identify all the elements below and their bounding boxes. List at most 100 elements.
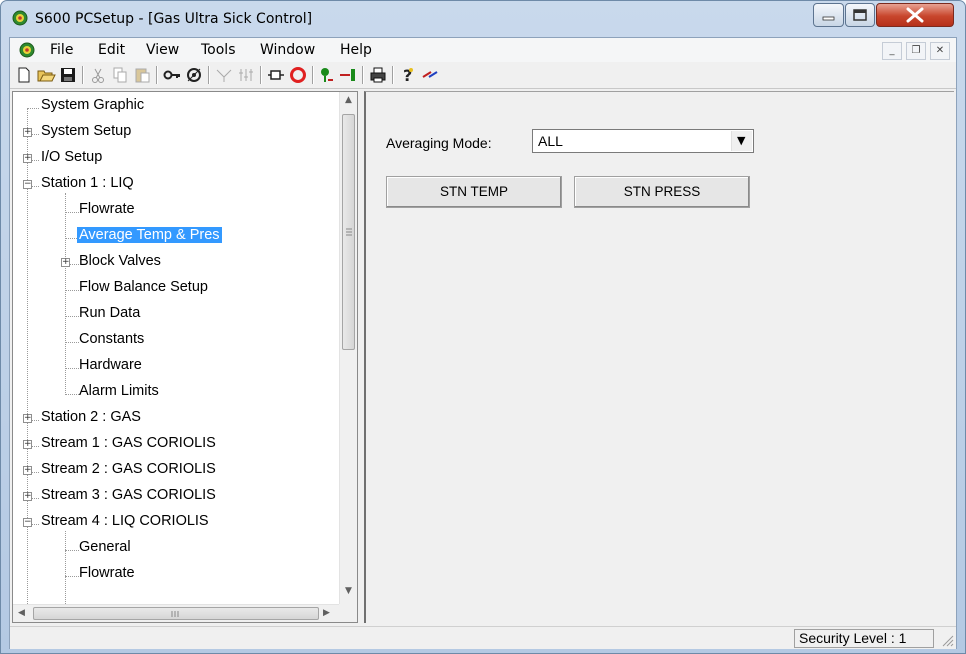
client-area: File Edit View Tools Window Help _ ❐ ✕ ?… [9,37,957,649]
chevron-down-icon: ▼ [737,134,746,147]
menu-tools[interactable]: Tools [201,42,236,58]
collapse-icon[interactable]: − [23,180,32,189]
tree-item[interactable]: Average Temp & Pres [13,225,337,249]
stn-press-button[interactable]: STN PRESS [574,176,750,208]
tree-item[interactable]: Run Data [13,303,337,327]
scroll-right-icon[interactable]: ▶ [323,608,330,618]
tree-item-label: General [79,539,131,555]
cut-icon[interactable] [88,65,108,85]
receive-icon[interactable] [316,65,336,85]
tree-item-label: System Graphic [41,97,145,113]
tree-item[interactable]: + Station 2 : GAS [13,407,337,431]
security-level-status: Security Level : 1 [794,629,934,648]
tree-item-label: Flowrate [79,565,135,581]
transfer-icon[interactable] [420,65,440,85]
tree-item[interactable]: − Station 1 : LIQ [13,173,337,197]
mdi-close-button[interactable]: ✕ [930,42,950,60]
tree-item[interactable]: System Graphic [13,95,337,119]
menu-help[interactable]: Help [340,42,372,58]
collapse-icon[interactable]: − [23,518,32,527]
connect-icon[interactable] [266,65,286,85]
disconnect-icon[interactable] [288,65,308,85]
tree-item-label: Alarm Limits [79,383,159,399]
tree-item[interactable]: Alarm Limits [13,381,337,405]
dropdown-button[interactable]: ▼ [731,131,752,151]
averaging-mode-select[interactable]: ALL ▼ [532,129,754,153]
security-icon[interactable] [184,65,204,85]
minimize-icon [822,16,835,21]
maximize-button[interactable] [845,3,875,27]
tree-item[interactable]: + Stream 1 : GAS CORIOLIS [13,433,337,457]
tree-item[interactable]: + System Setup [13,121,337,145]
scroll-left-icon[interactable]: ◀ [18,608,25,618]
scroll-up-icon[interactable]: ▲ [345,95,352,105]
tree-horizontal-scrollbar[interactable]: ◀ ▶ [13,604,339,622]
app-icon [12,10,28,26]
open-folder-icon[interactable] [36,65,56,85]
averaging-mode-label: Averaging Mode: [386,135,492,151]
scroll-down-icon[interactable]: ▼ [345,586,352,596]
expand-icon[interactable]: + [23,154,32,163]
tree-item-label: Stream 4 : LIQ CORIOLIS [41,513,209,529]
hgrip-icon [171,611,179,617]
tree-item[interactable]: Flowrate [13,199,337,223]
tree-item[interactable]: + Stream 2 : GAS CORIOLIS [13,459,337,483]
tree-item-label: Block Valves [79,253,161,269]
tree-item[interactable]: General [13,537,337,561]
window-title: S600 PCSetup - [Gas Ultra Sick Control] [35,11,313,27]
menu-view[interactable]: View [146,42,179,58]
new-file-icon[interactable] [14,65,34,85]
close-icon [906,7,924,23]
tree-item-label: I/O Setup [41,149,103,165]
maximize-icon [853,9,867,21]
menu-edit[interactable]: Edit [98,42,125,58]
tree-item-label: Flow Balance Setup [79,279,208,295]
tree-item-label: Flowrate [79,201,135,217]
stn-temp-button[interactable]: STN TEMP [386,176,562,208]
resize-grip-icon[interactable] [938,631,954,647]
tree-hscroll-thumb[interactable] [33,607,319,620]
expand-icon[interactable]: + [23,466,32,475]
tree-item-label: Hardware [79,357,142,373]
tree-item-label: Average Temp & Pres [77,227,222,243]
grip-icon [346,228,352,236]
tree-item[interactable]: Constants [13,329,337,353]
key-icon[interactable] [162,65,182,85]
tree-item[interactable]: Flow Balance Setup [13,277,337,301]
tree-item-label: Station 2 : GAS [41,409,141,425]
save-icon[interactable] [58,65,78,85]
expand-icon[interactable]: + [23,414,32,423]
mdi-minimize-button[interactable]: _ [882,42,902,60]
expand-icon[interactable]: + [23,492,32,501]
paste-icon[interactable] [132,65,152,85]
tree-vertical-scrollbar[interactable]: ▲ ▼ [339,92,357,604]
compare-icon[interactable] [214,65,234,85]
tree-item-label: System Setup [41,123,132,139]
print-icon[interactable] [368,65,388,85]
send-icon[interactable] [338,65,358,85]
tree-item[interactable]: − Stream 4 : LIQ CORIOLIS [13,511,337,535]
navigation-tree: System Graphic + System Setup + I/O Setup − St… [12,91,358,623]
tree-item-label: Stream 2 : GAS CORIOLIS [41,461,216,477]
mdi-restore-button[interactable]: ❐ [906,42,926,60]
tree-item[interactable]: + I/O Setup [13,147,337,171]
menu-window[interactable]: Window [260,42,315,58]
tree-item[interactable]: + Stream 3 : GAS CORIOLIS [13,485,337,509]
toolbar: ? [10,62,956,89]
tree-item[interactable]: Hardware [13,355,337,379]
document-icon[interactable] [18,41,36,59]
tree-item[interactable]: + Block Valves [13,251,337,275]
expand-icon[interactable]: + [61,258,70,267]
expand-icon[interactable]: + [23,128,32,137]
app-window: S600 PCSetup - [Gas Ultra Sick Control] … [0,0,966,654]
close-button[interactable] [876,3,954,27]
config-icon[interactable] [236,65,256,85]
expand-icon[interactable]: + [23,440,32,449]
copy-icon[interactable] [110,65,130,85]
help-icon[interactable]: ? [398,65,418,85]
tree-item[interactable]: Flowrate [13,563,337,587]
minimize-button[interactable] [813,3,844,27]
tree-item-label: Stream 3 : GAS CORIOLIS [41,487,216,503]
menu-file[interactable]: File [50,42,73,58]
tree-scroll-thumb[interactable] [342,114,355,350]
